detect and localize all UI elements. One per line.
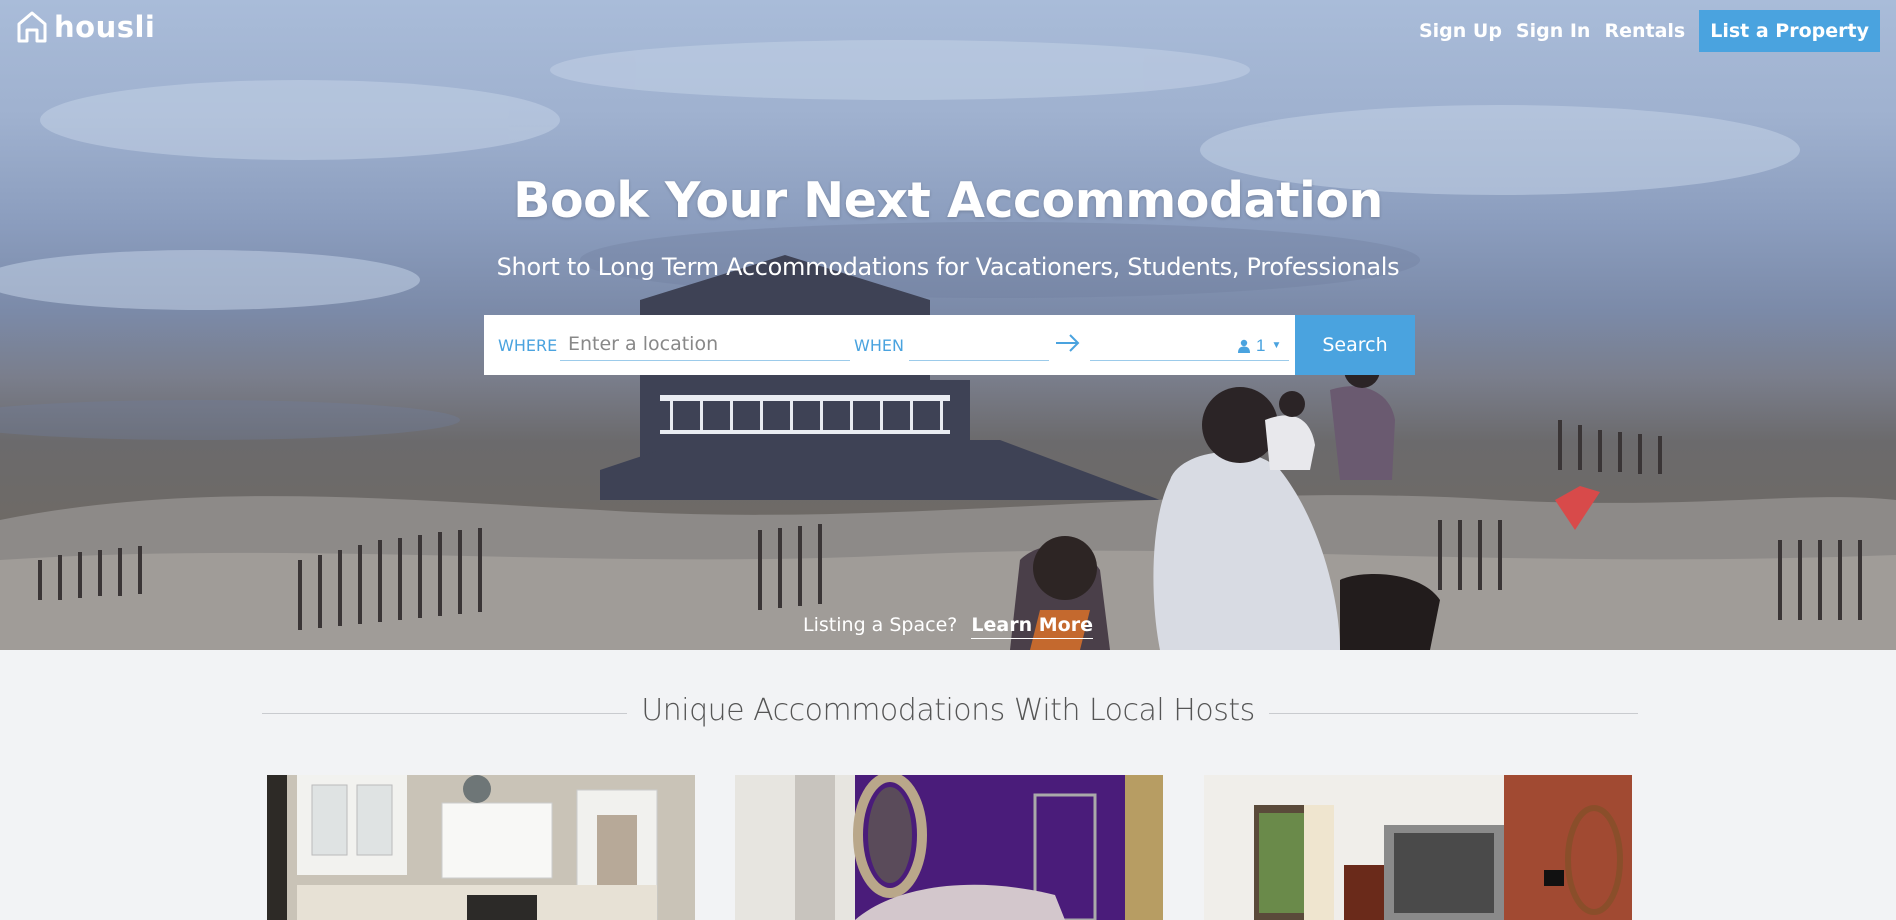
list-property-button[interactable]: List a Property (1699, 10, 1880, 52)
caret-down-icon: ▼ (1271, 340, 1282, 351)
accommodation-card[interactable] (1204, 775, 1632, 920)
brand-name: housli (54, 10, 156, 44)
guests-select[interactable]: 1 ▼ (1230, 331, 1290, 361)
brand-logo[interactable]: housli (16, 10, 155, 44)
search-bar: WHERE WHEN 1 ▼ Search (484, 315, 1415, 375)
when-label: WHEN (854, 336, 904, 355)
hero-title: Book Your Next Accommodation (513, 172, 1383, 229)
person-icon (1238, 339, 1250, 353)
nav-sign-up[interactable]: Sign Up (1419, 20, 1502, 42)
accommodation-card[interactable] (267, 775, 695, 920)
section-title: Unique Accommodations With Local Hosts (627, 693, 1269, 728)
hero-banner: housli Sign Up Sign In Rentals List a Pr… (0, 0, 1896, 650)
section-heading: Unique Accommodations With Local Hosts (0, 693, 1896, 728)
accommodation-card[interactable] (735, 775, 1163, 920)
arrow-right-icon (1056, 334, 1080, 352)
listing-prompt-text: Listing a Space? (803, 614, 958, 636)
house-icon (17, 11, 47, 43)
learn-more-link[interactable]: Learn More (971, 614, 1093, 639)
check-in-date-input[interactable] (909, 327, 1049, 361)
hero-subtitle: Short to Long Term Accommodations for Va… (496, 253, 1400, 281)
check-out-date-input[interactable] (1090, 327, 1230, 361)
living-room-photo (1204, 775, 1632, 920)
nav-rentals[interactable]: Rentals (1604, 20, 1685, 42)
listing-prompt: Listing a Space? Learn More (0, 614, 1896, 639)
top-nav: Sign Up Sign In Rentals List a Property (1419, 10, 1880, 52)
bedroom-photo (735, 775, 1163, 920)
nav-sign-in[interactable]: Sign In (1516, 20, 1591, 42)
search-button[interactable]: Search (1295, 315, 1415, 375)
kitchen-photo (267, 775, 695, 920)
location-input[interactable] (560, 327, 850, 361)
guests-count: 1 (1256, 335, 1266, 355)
where-label: WHERE (498, 336, 558, 355)
